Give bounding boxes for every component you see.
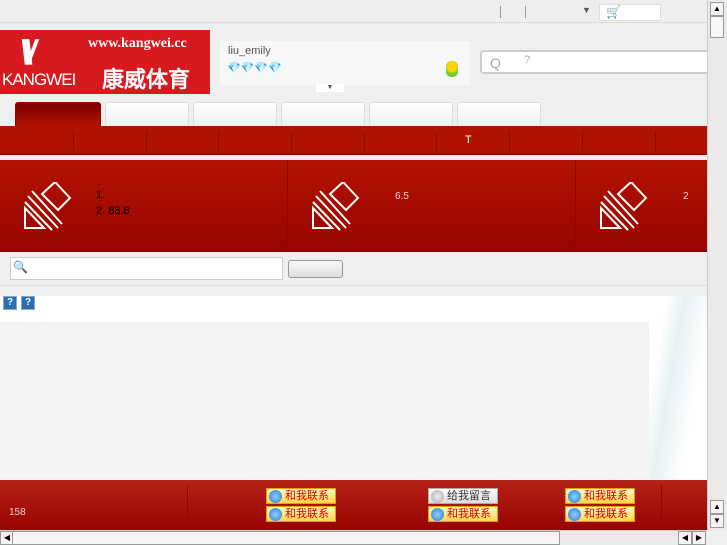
- search-input[interactable]: Q ?: [480, 50, 707, 74]
- logo-brand-en: KANGWEI: [2, 70, 76, 89]
- divider: [0, 285, 707, 286]
- user-panel: liu_emily 💎💎💎💎 ▼: [220, 41, 470, 92]
- horizontal-scrollbar[interactable]: ◀ ◀ ▶: [0, 530, 707, 545]
- divider: [525, 6, 526, 18]
- banner-text: 6.5: [395, 191, 409, 202]
- help-icon[interactable]: ?: [3, 296, 17, 310]
- cart-button[interactable]: 🛒: [599, 4, 661, 21]
- scroll-thumb[interactable]: [12, 531, 560, 545]
- contact-label: 和我联系: [285, 490, 329, 502]
- tab-6[interactable]: [457, 102, 541, 126]
- contact-label: 和我联系: [285, 508, 329, 520]
- contact-button[interactable]: 和我联系: [428, 506, 498, 522]
- scroll-up-arrow-icon[interactable]: ▲: [710, 2, 724, 16]
- username[interactable]: liu_emily: [228, 45, 271, 57]
- footer-count: 158: [9, 507, 26, 518]
- contact-button[interactable]: 和我联系: [266, 506, 336, 522]
- contact-button[interactable]: 和我联系: [565, 506, 635, 522]
- qq-icon: [568, 490, 581, 503]
- main-nav: T: [0, 126, 707, 155]
- logo-brand-cn: 康威体育: [102, 67, 191, 92]
- contact-label: 和我联系: [584, 490, 628, 502]
- search-icon: Q: [490, 55, 501, 71]
- banner-text: 2. 88.8: [96, 205, 130, 217]
- scroll-up-arrow-icon[interactable]: ▲: [710, 500, 724, 514]
- scroll-thumb[interactable]: [710, 16, 724, 38]
- tab-3[interactable]: [193, 102, 277, 126]
- tab-4[interactable]: [281, 102, 365, 126]
- help-icon[interactable]: ?: [21, 296, 35, 310]
- cart-icon: 🛒: [606, 5, 621, 19]
- message-label: 给我留言: [447, 490, 491, 502]
- ruler-icon: [24, 182, 72, 231]
- top-bar: ▼ 🛒: [0, 0, 707, 23]
- contact-label: 和我联系: [447, 508, 491, 520]
- qq-offline-icon: [431, 490, 444, 503]
- qq-icon: [269, 508, 282, 521]
- contact-label: 和我联系: [584, 508, 628, 520]
- contact-button[interactable]: 和我联系: [565, 488, 635, 504]
- tab-2[interactable]: [105, 102, 189, 126]
- scroll-down-arrow-icon[interactable]: ▼: [710, 514, 724, 528]
- diamond-level-icons: 💎💎💎💎: [227, 62, 282, 74]
- content-area: [0, 322, 649, 480]
- banner-text: 1.: [96, 189, 106, 201]
- logo-url: www.kangwei.cc: [88, 36, 187, 51]
- chevron-down-icon[interactable]: ▼: [582, 5, 591, 15]
- magnifier-icon: 🔍: [13, 260, 28, 274]
- footer: 158 和我联系 和我联系 给我留言 和我联系 和我联系 和我联系: [0, 480, 707, 530]
- tab-5[interactable]: [369, 102, 453, 126]
- qq-icon: [431, 508, 444, 521]
- banner-text: 2: [683, 191, 689, 202]
- leave-message-button[interactable]: 给我留言: [428, 488, 498, 504]
- content-header: [0, 296, 650, 322]
- vertical-scrollbar[interactable]: ▲ ▲ ▼: [707, 0, 727, 530]
- expand-toggle[interactable]: ▼: [316, 84, 344, 92]
- ruler-icon: [312, 182, 360, 231]
- logo[interactable]: \\/ www.kangwei.cc KANGWEI 康威体育: [0, 30, 210, 94]
- qq-icon: [568, 508, 581, 521]
- scroll-right-arrow-icon[interactable]: ▶: [692, 531, 706, 545]
- search-button[interactable]: [288, 260, 343, 278]
- product-search-input[interactable]: 🔍: [10, 257, 283, 280]
- search-placeholder: ?: [524, 54, 531, 66]
- ruler-icon: [600, 182, 648, 231]
- flower-icon: [446, 61, 458, 77]
- qq-icon: [269, 490, 282, 503]
- tab-1[interactable]: [15, 102, 101, 126]
- promo-banner: 1. 2. 88.8 6.5 2: [0, 160, 707, 252]
- logo-mark-icon: \\/: [20, 34, 37, 72]
- contact-button[interactable]: 和我联系: [266, 488, 336, 504]
- product-image[interactable]: [649, 296, 707, 480]
- divider: [500, 6, 501, 18]
- nav-item[interactable]: T: [465, 134, 472, 146]
- scroll-left-arrow-icon[interactable]: ◀: [678, 531, 692, 545]
